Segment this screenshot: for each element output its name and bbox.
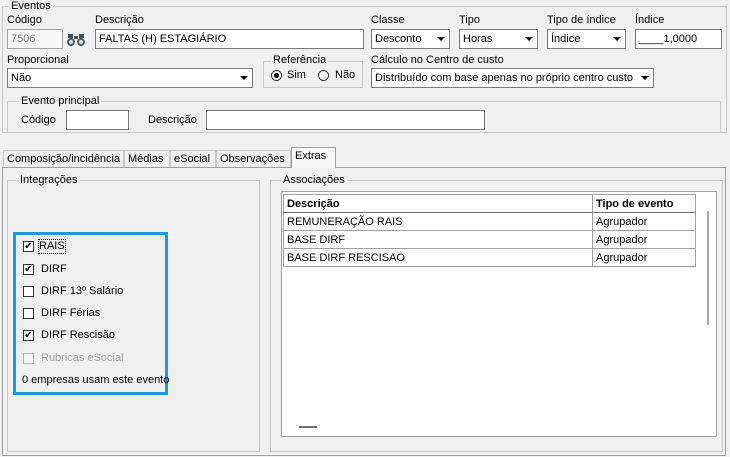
- table-cell: Agrupador: [592, 248, 696, 267]
- referencia-nao-radio[interactable]: [318, 70, 329, 81]
- tipo-label: Tipo: [459, 14, 480, 26]
- proporcional-label: Proporcional: [7, 54, 69, 66]
- referencia-sim-label[interactable]: Sim: [287, 69, 306, 82]
- associacoes-title: Associações: [281, 174, 347, 187]
- tipo-indice-label: Tipo de índice: [547, 14, 616, 26]
- tab-composicao-incidencia[interactable]: Composição/incidência: [3, 150, 124, 168]
- rais-label[interactable]: RAIS: [38, 239, 66, 254]
- codigo-field[interactable]: 7506: [7, 29, 63, 49]
- evento-principal-title: Evento principal: [19, 95, 102, 108]
- dirf-label[interactable]: DIRF: [41, 263, 67, 276]
- evento-principal-codigo-label: Código: [21, 114, 56, 126]
- table-row[interactable]: BASE DIRF RESCISAO Agrupador: [283, 248, 696, 267]
- table-row[interactable]: BASE DIRF Agrupador: [283, 230, 696, 249]
- binoculars-icon: [67, 34, 85, 46]
- tab-extras[interactable]: Extras: [291, 147, 336, 168]
- tab-observacoes[interactable]: Observações: [216, 150, 291, 168]
- evento-principal-descricao-field[interactable]: [206, 110, 485, 130]
- referencia-nao-label[interactable]: Não: [335, 69, 355, 82]
- eventos-group-title: Eventos: [9, 0, 53, 13]
- tab-medias[interactable]: Médias: [124, 150, 170, 168]
- descricao-label: Descrição: [95, 14, 144, 26]
- vertical-scrollbar[interactable]: [707, 211, 709, 325]
- calculo-label: Cálculo no Centro de custo: [371, 54, 504, 66]
- calculo-select[interactable]: Distribuído com base apenas no próprio c…: [371, 68, 654, 88]
- integracoes-title: Integrações: [18, 174, 80, 187]
- dirf-13-salario-label[interactable]: DIRF 13º Salário: [41, 285, 123, 298]
- chevron-down-icon: [637, 69, 653, 87]
- evento-principal-codigo-field[interactable]: [66, 110, 129, 130]
- tipo-select[interactable]: Horas: [459, 29, 538, 49]
- chevron-down-icon: [433, 30, 449, 48]
- dirf-checkbox[interactable]: ✔: [23, 264, 34, 275]
- chevron-down-icon: [236, 69, 252, 87]
- table-cell: Agrupador: [592, 212, 696, 231]
- table-cell: BASE DIRF: [283, 230, 593, 249]
- chevron-down-icon: [521, 30, 537, 48]
- rais-checkbox[interactable]: ✔: [23, 241, 34, 252]
- table-cell: REMUNERAÇÃO RAIS: [283, 212, 593, 231]
- descricao-field[interactable]: FALTAS (H) ESTAGIÁRIO: [95, 29, 364, 49]
- table-header-row: Descrição Tipo de evento: [283, 194, 696, 213]
- table-cell: Agrupador: [592, 230, 696, 249]
- dirf-rescisao-checkbox[interactable]: ✔: [23, 330, 34, 341]
- chevron-down-icon: [609, 30, 625, 48]
- indice-label: Índice: [635, 14, 665, 26]
- dirf-rescisao-label[interactable]: DIRF Rescisão: [41, 329, 115, 342]
- classe-label: Classe: [371, 14, 405, 26]
- proporcional-value: Não: [11, 72, 32, 84]
- table-cell: BASE DIRF RESCISAO: [283, 248, 593, 267]
- rubricas-esocial-checkbox: [23, 353, 34, 364]
- table-row[interactable]: REMUNERAÇÃO RAIS Agrupador: [283, 212, 696, 231]
- classe-select[interactable]: Desconto: [371, 29, 450, 49]
- codigo-label: Código: [7, 14, 42, 26]
- calculo-value: Distribuído com base apenas no próprio c…: [375, 72, 634, 84]
- empresas-count-text: 0 empresas usam este evento: [22, 374, 170, 386]
- dirf-ferias-label[interactable]: DIRF Férias: [41, 307, 100, 320]
- column-header-descricao[interactable]: Descrição: [283, 194, 593, 213]
- tab-esocial[interactable]: eSocial: [170, 150, 216, 168]
- referencia-label: Referência: [271, 54, 329, 67]
- indice-field[interactable]: ____1,0000: [635, 29, 722, 49]
- column-header-tipo-evento[interactable]: Tipo de evento: [592, 194, 696, 213]
- referencia-sim-radio[interactable]: [271, 70, 282, 81]
- tipo-indice-select[interactable]: Índice: [547, 29, 626, 49]
- horizontal-scrollbar[interactable]: [299, 426, 317, 428]
- classe-value: Desconto: [375, 33, 422, 45]
- dirf-ferias-checkbox[interactable]: [23, 308, 34, 319]
- tipo-value: Horas: [463, 33, 493, 45]
- proporcional-select[interactable]: Não: [7, 68, 253, 88]
- evento-principal-descricao-label: Descrição: [148, 114, 197, 126]
- dirf-13-salario-checkbox[interactable]: [23, 286, 34, 297]
- tipo-indice-value: Índice: [551, 33, 581, 45]
- associacoes-table[interactable]: Descrição Tipo de evento REMUNERAÇÃO RAI…: [283, 194, 696, 267]
- binoculars-search-button[interactable]: [64, 29, 88, 49]
- rubricas-esocial-label: Rubricas eSocial: [41, 352, 124, 364]
